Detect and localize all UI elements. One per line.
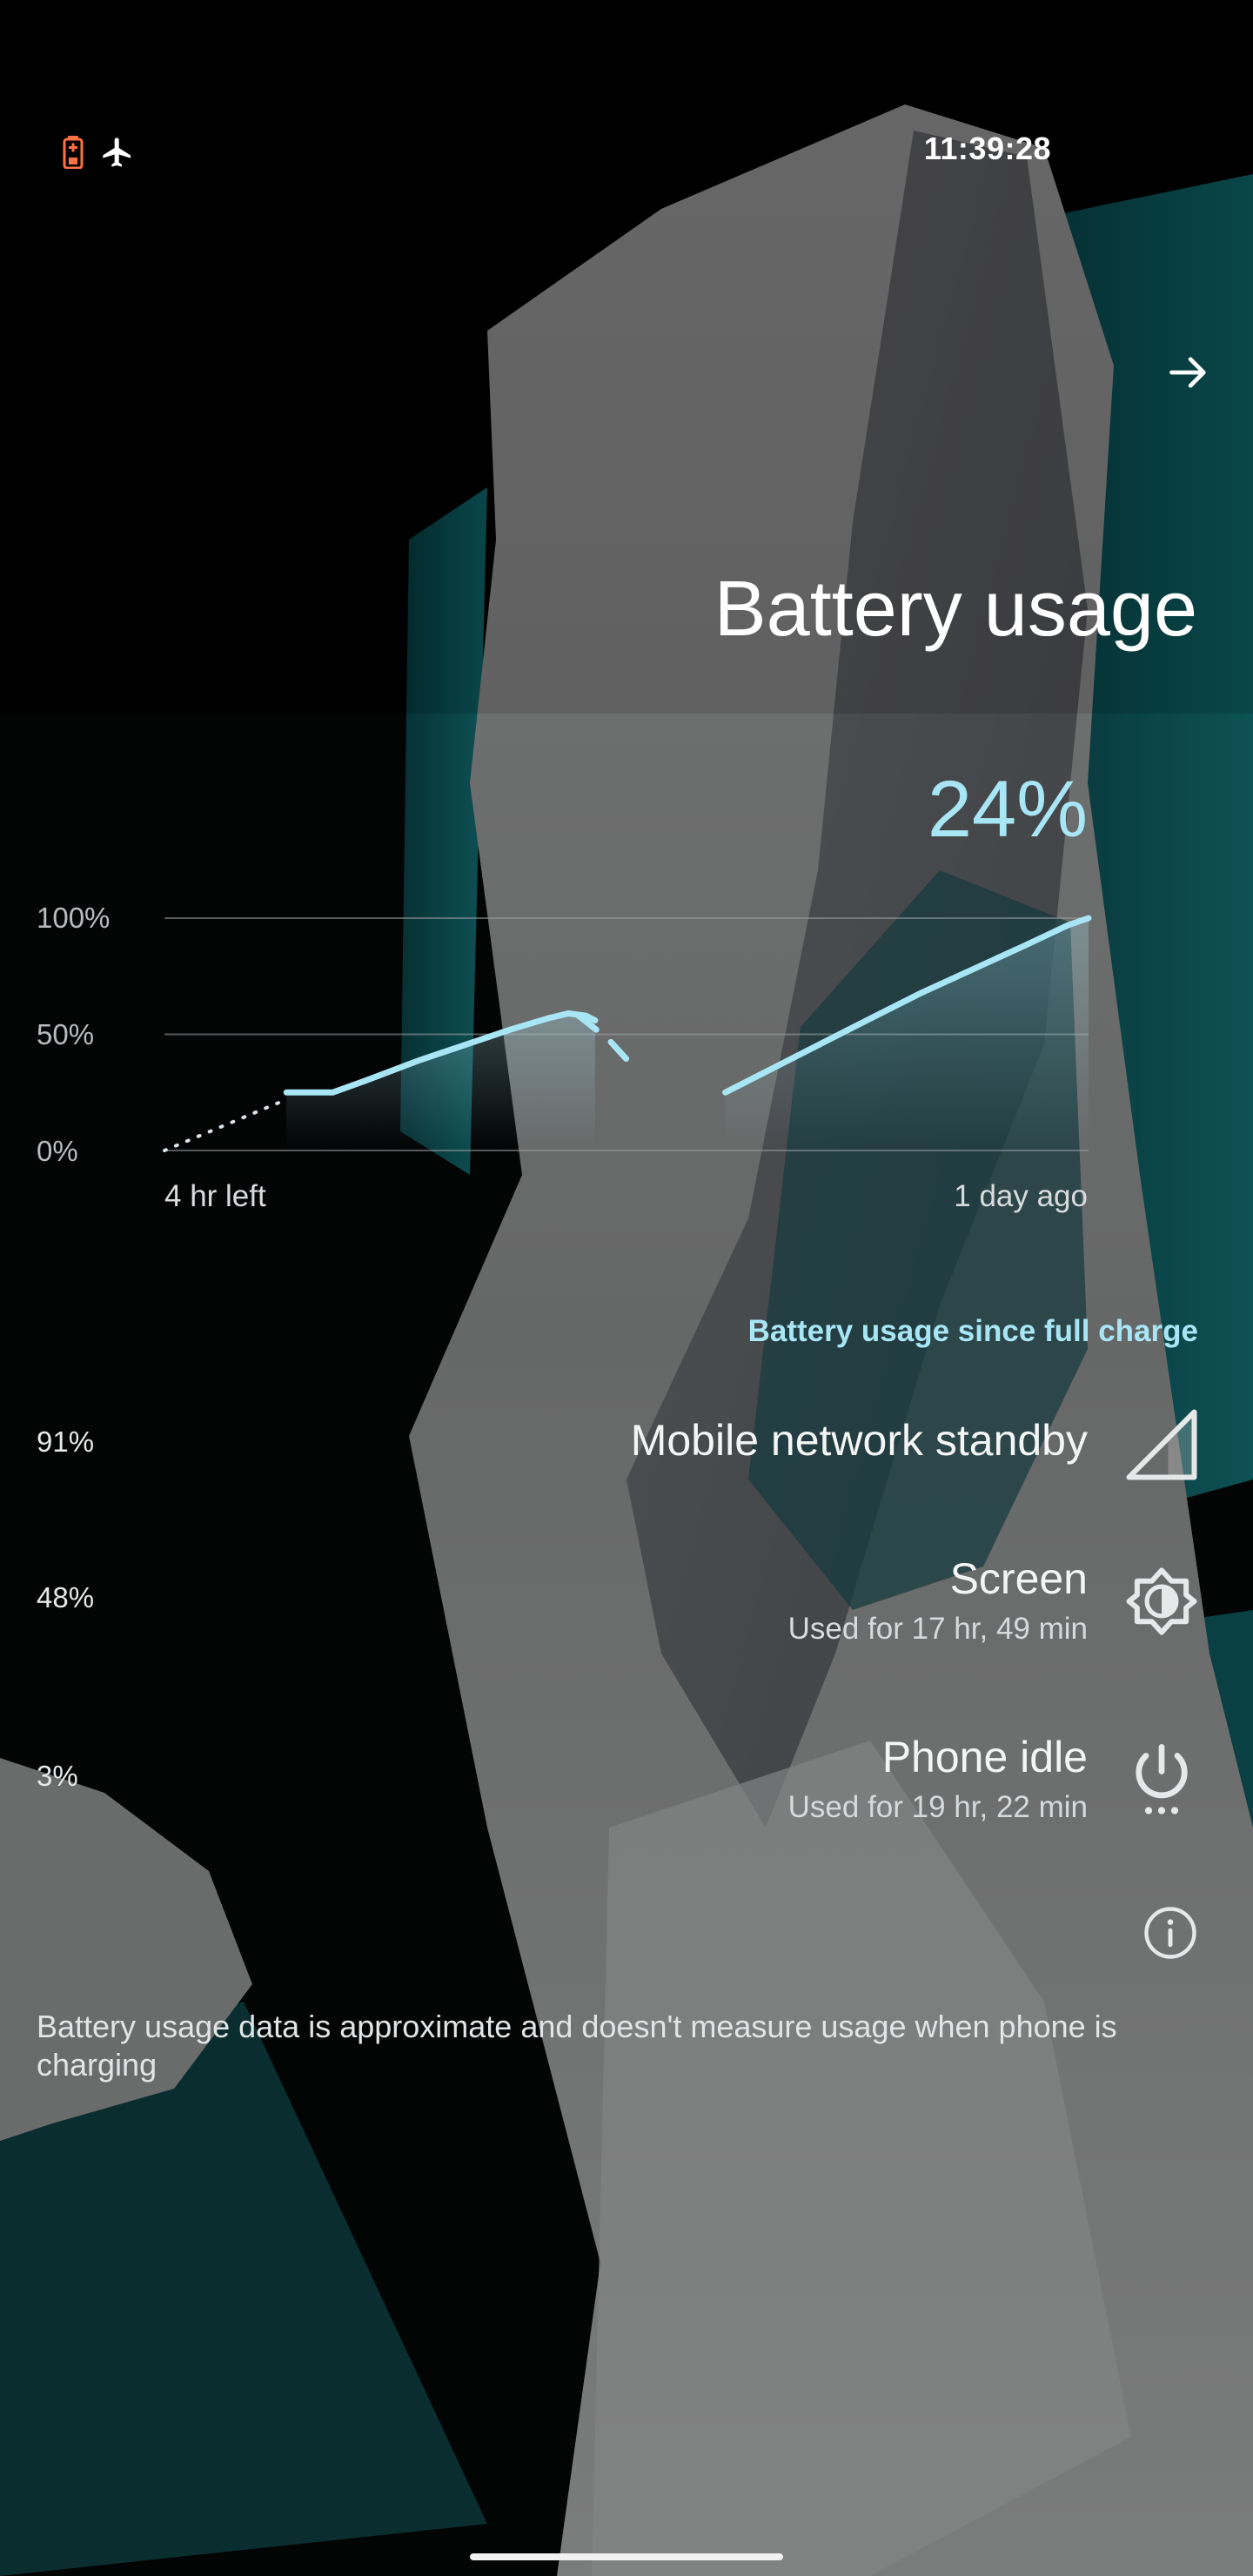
usage-row-mobile-network[interactable]: 91% Mobile network standby: [0, 1392, 1253, 1497]
usage-title: Mobile network standby: [630, 1416, 1088, 1465]
cellular-signal-icon: [1126, 1409, 1197, 1480]
status-clock: 11:39:28: [923, 131, 1051, 166]
x-axis-label-start: 4 hr left: [164, 1179, 266, 1213]
usage-subtitle: Used for 17 hr, 49 min: [787, 1612, 1088, 1646]
navigation-handle[interactable]: [470, 2553, 783, 2560]
arrow-right-icon: [1169, 357, 1206, 388]
y-axis-label-100: 100%: [37, 902, 111, 934]
battery-saver-icon: [63, 136, 84, 169]
airplane-mode-icon: [103, 138, 131, 167]
footer-note: Battery usage data is approximate and do…: [37, 2009, 1117, 2083]
usage-percent: 3%: [37, 1760, 78, 1792]
usage-percent: 48%: [37, 1581, 95, 1613]
usage-row-screen[interactable]: 48% Screen Used for 17 hr, 49 min: [0, 1536, 1253, 1667]
battery-level-percent: 24%: [927, 765, 1088, 854]
usage-title: Screen: [949, 1554, 1088, 1603]
forward-button[interactable]: [1154, 338, 1223, 407]
y-axis-label-50: 50%: [37, 1018, 95, 1050]
x-axis-label-end: 1 day ago: [954, 1179, 1088, 1213]
y-axis-label-0: 0%: [37, 1135, 78, 1167]
status-bar: 11:39:28: [0, 122, 1253, 183]
page-title: Battery usage: [714, 566, 1197, 653]
usage-section-header: Battery usage since full charge: [747, 1314, 1198, 1348]
usage-title: Phone idle: [881, 1733, 1088, 1781]
power-idle-icon: [1136, 1744, 1188, 1815]
usage-row-phone-idle[interactable]: 3% Phone idle Used for 19 hr, 22 min: [0, 1714, 1253, 1845]
info-icon[interactable]: [1142, 1904, 1199, 1962]
usage-percent: 91%: [37, 1426, 95, 1458]
brightness-icon: [1126, 1567, 1197, 1635]
usage-subtitle: Used for 19 hr, 22 min: [787, 1790, 1088, 1824]
